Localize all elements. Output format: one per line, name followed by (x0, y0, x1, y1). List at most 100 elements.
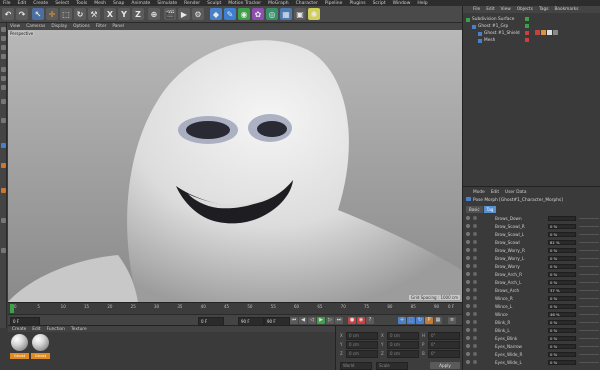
morph-lock-icon[interactable] (473, 312, 477, 316)
object-menu-item-objects[interactable]: Objects (517, 7, 533, 12)
morph-lock-icon[interactable] (473, 280, 477, 284)
texture-mode-icon[interactable] (1, 45, 6, 50)
morph-visibility-icon[interactable] (466, 352, 470, 356)
morph-visibility-icon[interactable] (466, 312, 470, 316)
sculpt-icon[interactable] (1, 163, 6, 168)
morph-slider[interactable] (579, 290, 599, 291)
morph-slider[interactable] (579, 322, 599, 323)
timeline-menu-icon[interactable]: ≡ (448, 317, 456, 324)
morph-visibility-icon[interactable] (466, 216, 470, 220)
morph-visibility-icon[interactable] (466, 272, 470, 276)
coord-value-field[interactable]: 0° (428, 350, 460, 358)
deformer-icon[interactable]: ◎ (266, 8, 278, 20)
grid-icon[interactable] (1, 248, 6, 253)
edges-mode-icon[interactable] (1, 76, 6, 81)
morph-visibility-icon[interactable] (466, 320, 470, 324)
morph-slider[interactable] (579, 354, 599, 355)
morph-visibility-icon[interactable] (466, 232, 470, 236)
material-label[interactable]: Ghost (31, 353, 50, 359)
morph-lock-icon[interactable] (473, 216, 477, 220)
morph-value-field[interactable]: 81 % (548, 240, 576, 245)
light-icon[interactable]: ✺ (308, 8, 320, 20)
menu-item-pipeline[interactable]: Pipeline (325, 1, 343, 6)
object-row[interactable]: Mesh (463, 37, 600, 44)
morph-visibility-icon[interactable] (466, 280, 470, 284)
viewport[interactable]: Perspective Grid Spacing : 1000 cm (8, 30, 462, 302)
morph-value-field[interactable]: 0 % (548, 248, 576, 253)
morph-lock-icon[interactable] (473, 320, 477, 324)
morph-value-field[interactable]: 0 % (548, 344, 576, 349)
apply-button[interactable]: Apply (430, 362, 460, 369)
prev-key-icon[interactable]: ◀ (299, 317, 307, 324)
tweak-icon[interactable] (1, 118, 6, 123)
coord-value-field[interactable]: 0 cm (346, 350, 378, 358)
morph-visibility-icon[interactable] (466, 336, 470, 340)
object-menu-item-bookmarks[interactable]: Bookmarks (554, 7, 578, 12)
morph-lock-icon[interactable] (473, 248, 477, 252)
morph-value-field[interactable]: 0 % (548, 272, 576, 277)
morph-slider[interactable] (579, 226, 599, 227)
morph-visibility-icon[interactable] (466, 248, 470, 252)
subdivision-icon[interactable]: ◉ (238, 8, 250, 20)
attribute-menu-item-user-data[interactable]: User Data (505, 190, 526, 195)
morph-slider[interactable] (579, 250, 599, 251)
attribute-menu-item-edit[interactable]: Edit (491, 190, 499, 195)
menu-item-mesh[interactable]: Mesh (94, 1, 106, 6)
coord-value-field[interactable]: 0 cm (346, 332, 378, 340)
morph-lock-icon[interactable] (473, 224, 477, 228)
coord-value-field[interactable]: 0 cm (346, 341, 378, 349)
undo-icon[interactable]: ↶ (2, 8, 14, 20)
tab-basic[interactable]: Basic (466, 206, 483, 213)
morph-slider[interactable] (579, 298, 599, 299)
viewport-menu-item-filter[interactable]: Filter (96, 24, 107, 29)
coord-size-dropdown[interactable]: Scale (376, 362, 408, 370)
menu-item-simulate[interactable]: Simulate (157, 1, 177, 6)
floor-icon[interactable]: ▦ (280, 8, 292, 20)
morph-lock-icon[interactable] (473, 232, 477, 236)
morph-slider[interactable] (579, 266, 599, 267)
pen-icon[interactable]: ✎ (224, 8, 236, 20)
rotation-key-icon[interactable]: ↻ (416, 317, 424, 324)
morph-lock-icon[interactable] (473, 344, 477, 348)
keyframe-selection-icon[interactable]: ? (366, 317, 374, 324)
morph-value-field[interactable]: 0 % (548, 232, 576, 237)
morph-visibility-icon[interactable] (466, 296, 470, 300)
object-tag-icon[interactable] (553, 30, 558, 35)
morph-visibility-icon[interactable] (466, 256, 470, 260)
next-key-icon[interactable]: ▷ (326, 317, 334, 324)
goto-start-icon[interactable]: ⏮ (290, 317, 298, 324)
morph-visibility-icon[interactable] (466, 360, 470, 364)
coord-value-field[interactable]: 0° (428, 332, 460, 340)
workplane-icon[interactable] (1, 54, 6, 59)
morph-lock-icon[interactable] (473, 264, 477, 268)
morph-value-field[interactable]: 46 % (548, 312, 576, 317)
morph-value-field[interactable]: 0 % (548, 280, 576, 285)
morph-lock-icon[interactable] (473, 296, 477, 300)
cube-icon[interactable]: ◆ (210, 8, 222, 20)
render-view-icon[interactable]: 🎬 (164, 8, 176, 20)
morph-slider[interactable] (579, 258, 599, 259)
axis-y-button[interactable]: Y (118, 8, 130, 20)
axis-x-button[interactable]: X (104, 8, 116, 20)
tab-tag[interactable]: Tag (483, 206, 497, 213)
morph-lock-icon[interactable] (473, 360, 477, 364)
visibility-toggle[interactable] (525, 24, 529, 28)
object-row[interactable]: Ghost #1_Shield (463, 30, 600, 37)
morph-slider[interactable] (579, 314, 599, 315)
morph-slider[interactable] (579, 282, 599, 283)
menu-item-animate[interactable]: Animate (131, 1, 150, 6)
morph-value-field[interactable]: 0 % (548, 296, 576, 301)
morph-visibility-icon[interactable] (466, 264, 470, 268)
morph-value-field[interactable]: 0 % (548, 360, 576, 365)
visibility-toggle[interactable] (525, 31, 529, 35)
play-icon[interactable]: ▶ (317, 317, 325, 324)
morph-slider[interactable] (579, 218, 599, 219)
morph-value-field[interactable]: 0 % (548, 304, 576, 309)
menu-item-window[interactable]: Window (393, 1, 411, 6)
coord-value-field[interactable]: 0 cm (387, 350, 419, 358)
array-icon[interactable]: ✿ (252, 8, 264, 20)
morph-lock-icon[interactable] (473, 352, 477, 356)
record-icon[interactable]: ● (348, 317, 356, 324)
goto-end-icon[interactable]: ⏭ (335, 317, 343, 324)
morph-lock-icon[interactable] (473, 336, 477, 340)
